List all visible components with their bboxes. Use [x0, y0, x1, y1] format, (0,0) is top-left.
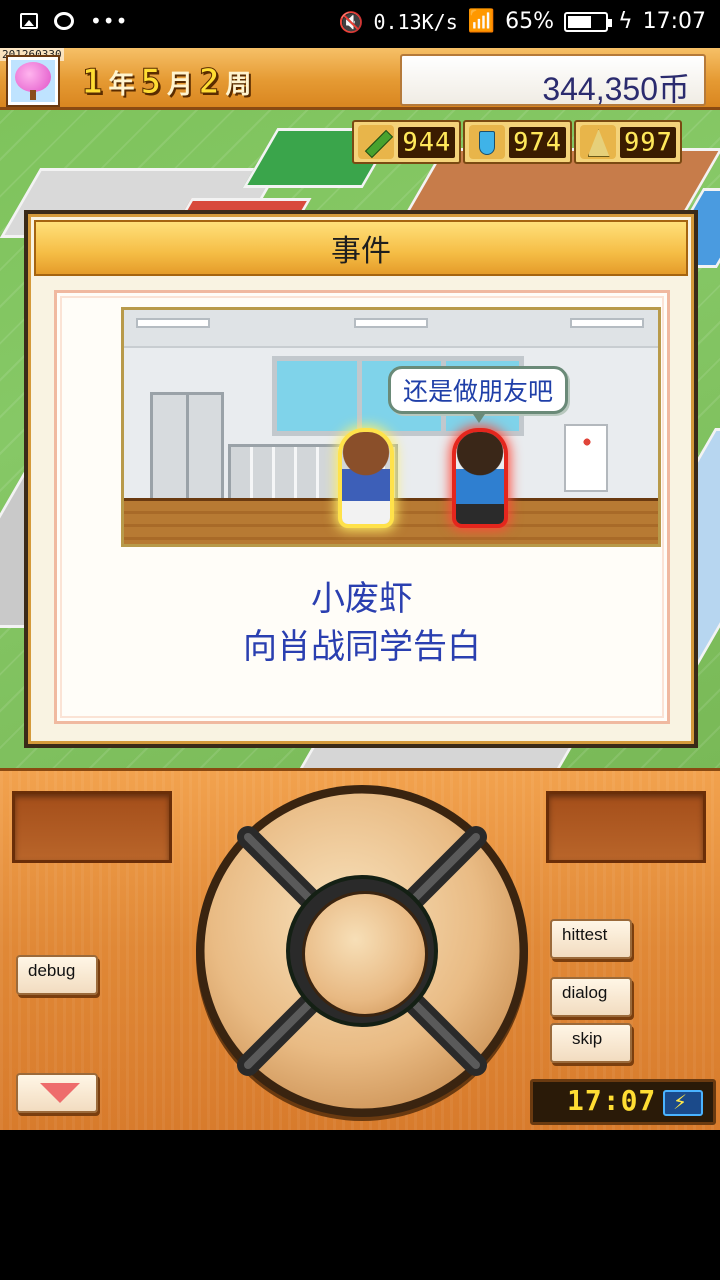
center-button[interactable]: [286, 875, 438, 1027]
chat-icon: [54, 12, 74, 30]
top-hud: 201260330 1 年 5 月 2 周 344,350币: [0, 48, 720, 110]
event-dialog-header: 事件: [34, 220, 688, 276]
school-emblem-icon[interactable]: [6, 55, 60, 107]
control-pad: debug hittest dialog skip 17:07: [0, 768, 720, 1130]
battery-level: [568, 15, 592, 28]
network-speed: 0.13K/s: [373, 9, 458, 34]
mute-icon: 🔇: [338, 9, 364, 34]
stat-trophy-value: 997: [619, 126, 677, 158]
event-message: 小废虾 向肖战同学告白: [57, 575, 667, 671]
month-unit: 月: [166, 70, 193, 100]
event-message-line2: 向肖战同学告白: [243, 627, 481, 667]
battery-charging-icon: [663, 1090, 703, 1116]
cherry-blossom-icon: [15, 62, 51, 92]
stat-trophy[interactable]: 997: [573, 120, 683, 164]
game-date: 1 年 5 月 2 周: [78, 62, 252, 103]
stat-badges: 944 974 997: [352, 120, 683, 164]
stat-research-value: 974: [508, 126, 566, 158]
ceiling-light: [136, 318, 210, 328]
first-aid-cabinet: [564, 424, 608, 492]
flask-icon: [468, 125, 505, 159]
notification-icons: •••: [20, 9, 129, 33]
stat-study-value: 944: [398, 126, 455, 158]
triangle-down-icon: [40, 1083, 80, 1103]
week-unit: 周: [225, 70, 252, 100]
month-number: 5: [140, 62, 162, 103]
event-content: 还是做朋友吧 小废虾 向肖战同学告白: [54, 290, 670, 724]
skip-button[interactable]: skip: [550, 1023, 632, 1063]
event-title: 事件: [331, 234, 391, 269]
game-clock-time: 17:07: [567, 1084, 657, 1117]
left-slot[interactable]: [12, 791, 172, 863]
money-amount: 344,350币: [542, 71, 690, 107]
year-unit: 年: [108, 70, 135, 100]
battery-icon: [564, 11, 613, 32]
debug-button[interactable]: debug: [16, 955, 98, 995]
clock-time: 17:07: [642, 9, 706, 34]
system-icons: 🔇 0.13K/s 📶 65% ϟ 17:07: [339, 9, 706, 34]
week-number: 2: [198, 62, 220, 103]
direction-pad[interactable]: [196, 785, 528, 1117]
stat-study[interactable]: 944: [352, 120, 461, 164]
trophy-icon: [579, 125, 616, 159]
scroll-down-button[interactable]: [16, 1073, 98, 1113]
stat-research[interactable]: 974: [462, 120, 572, 164]
charging-icon: ϟ: [618, 9, 633, 34]
gallery-icon: [20, 13, 38, 29]
hittest-button[interactable]: hittest: [550, 919, 632, 959]
wifi-icon: 📶: [467, 9, 496, 34]
year-number: 1: [81, 62, 103, 103]
money-display[interactable]: 344,350币: [400, 54, 706, 107]
more-icon: •••: [90, 9, 129, 33]
wooden-floor: [124, 498, 658, 544]
ceiling-light: [570, 318, 644, 328]
status-bar: ••• 🔇 0.13K/s 📶 65% ϟ 17:07: [0, 0, 720, 48]
game-clock: 17:07: [530, 1079, 716, 1125]
locker: [150, 392, 224, 502]
student-boy-sprite: [456, 432, 504, 524]
event-scene-image: 还是做朋友吧: [121, 307, 661, 547]
student-girl-sprite: [342, 432, 390, 524]
battery-percent: 65%: [505, 9, 555, 34]
event-message-line1: 小废虾: [311, 579, 413, 619]
speech-bubble: 还是做朋友吧: [388, 366, 569, 423]
ceiling-light: [354, 318, 428, 328]
dialog-button[interactable]: dialog: [550, 977, 632, 1017]
pencil-icon: [358, 125, 394, 159]
event-dialog[interactable]: 事件 还是做朋友吧 小废虾 向肖战同学告白: [24, 210, 698, 748]
right-slot[interactable]: [546, 791, 706, 863]
screen-bottom: [0, 1130, 720, 1280]
speech-text: 还是做朋友吧: [403, 377, 554, 406]
ceiling: [124, 310, 658, 348]
